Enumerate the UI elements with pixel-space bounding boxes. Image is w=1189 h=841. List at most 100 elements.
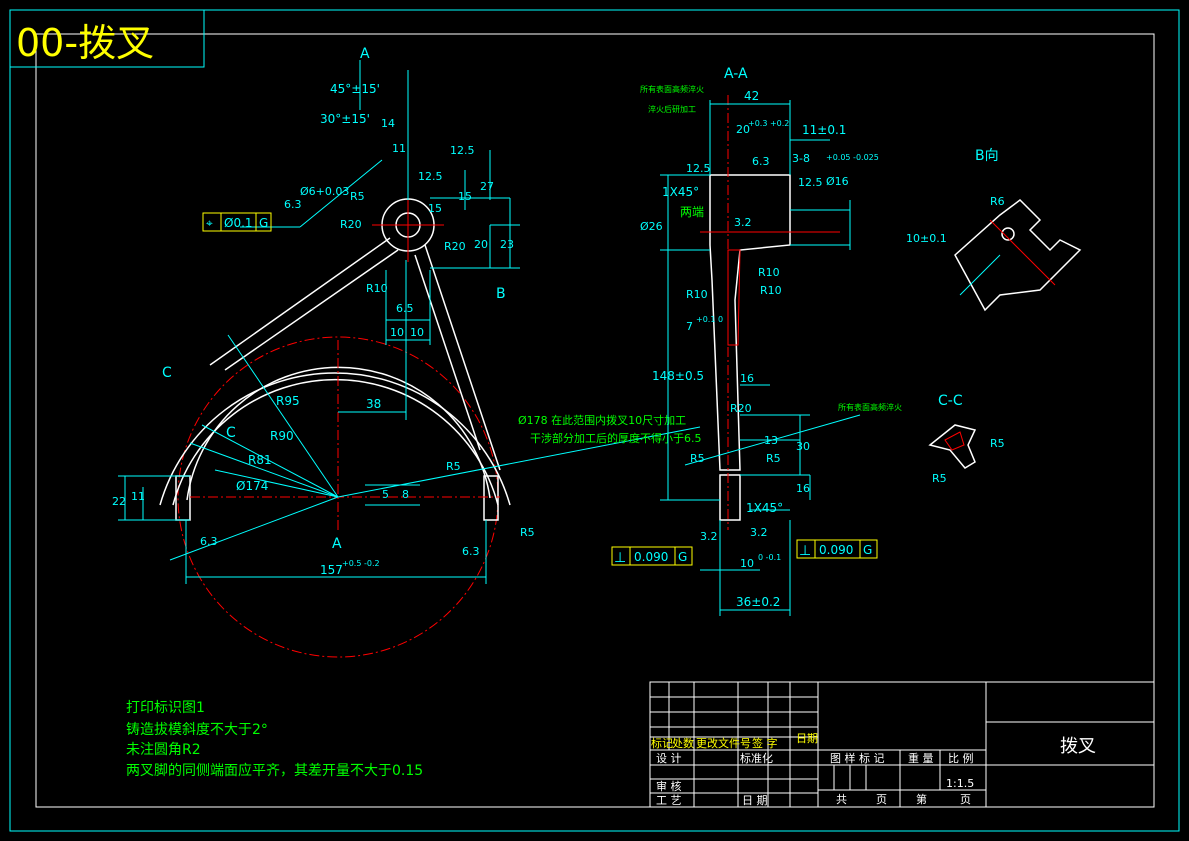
- tech-note-2: 铸造拔模斜度不大于2°: [126, 722, 268, 738]
- note-phi178: Ø178 在此范围内拨叉10尺寸加工: [518, 413, 686, 427]
- dim-r90: R90: [270, 429, 294, 443]
- dim-r5: R5: [350, 190, 365, 203]
- arm-left-inner: [224, 249, 399, 371]
- rough-6-3b: 6.3: [462, 545, 480, 558]
- dim-27: 27: [480, 180, 494, 193]
- perp-right-symbol: ⊥: [799, 543, 811, 559]
- dim-20-tol: +0.3 +0.2: [748, 119, 789, 128]
- section-mark-c-inner: C: [226, 425, 236, 441]
- dim-phi16: Ø16: [826, 175, 849, 188]
- rough-6-3c: 6.3: [284, 198, 302, 211]
- dim-r10c: R10: [760, 284, 782, 297]
- tb-total: 共: [836, 793, 847, 806]
- note-quench: 所有表面高频淬火: [640, 84, 704, 94]
- dim-phi16-tol: +0.05 -0.025: [826, 153, 879, 162]
- tb-sheet: 第: [916, 792, 927, 806]
- tb-stage-mark: 图 样 标 记: [830, 751, 885, 765]
- tb-date2: 日 期: [742, 794, 768, 807]
- b-view-dim-10: 10±0.1: [906, 232, 947, 245]
- part-name: 拨叉: [1060, 736, 1096, 757]
- dim-5: 5: [382, 488, 389, 501]
- fork-outer-arc: [159, 372, 511, 506]
- b-view: B向 R6 10±0.1: [906, 148, 1082, 312]
- dim-157: 157: [320, 563, 343, 577]
- fork-mid-arc: [172, 378, 499, 506]
- tech-note-3: 未注圆角R2: [126, 742, 201, 758]
- section-mark-b: B: [496, 286, 506, 302]
- technical-notes: 打印标识图1 铸造拔模斜度不大于2° 未注圆角R2 两叉脚的同侧端面应平齐，其差…: [126, 699, 423, 779]
- dim-16: 16: [740, 372, 754, 385]
- dim-14: 14: [381, 117, 395, 130]
- dim-22: 22: [112, 495, 126, 508]
- cc-view-r5b: R5: [932, 472, 947, 485]
- dim-10b: 10: [410, 326, 424, 339]
- dim-15b: 15: [428, 202, 442, 215]
- b-view-r6: R6: [990, 195, 1005, 208]
- dim-11: 11: [392, 142, 406, 155]
- note-quench-2: 所有表面高频淬火: [838, 402, 902, 412]
- tb-weight: 重 量: [908, 751, 934, 765]
- dim-10a: 10: [390, 326, 404, 339]
- dim-chamfer: 1X45°: [662, 185, 699, 199]
- front-dim-lines: [118, 60, 701, 584]
- note-interference: 干涉部分加工后的厚度不得小于6.5: [530, 431, 702, 445]
- tech-note-4: 两叉脚的同侧端面应平齐，其差开量不大于0.15: [126, 762, 423, 779]
- dim-r5b: R5: [766, 452, 781, 465]
- section-mark-a-bottom: A: [332, 536, 342, 552]
- dim-angle-30: 30°±15': [320, 112, 370, 126]
- tb-process: 工 艺: [656, 794, 682, 807]
- title-block-labels: 标记 处数 更改文件号 签 字 日期 设 计 标准化 审 核 工 艺 日 期 图…: [651, 732, 974, 807]
- dim-23: 23: [500, 238, 514, 251]
- tb-page2: 页: [960, 793, 971, 806]
- perp-left-value: 0.090: [634, 550, 668, 564]
- dim-15: 15: [458, 190, 472, 203]
- dim-angle-45: 45°±15': [330, 82, 380, 96]
- dim-10: 10: [740, 557, 754, 570]
- rough-3-2: 3.2: [734, 216, 752, 229]
- dim-phi26: Ø26: [640, 220, 663, 233]
- dim-148: 148±0.5: [652, 369, 704, 383]
- dim-7: 7: [686, 320, 693, 333]
- cc-view-title: C-C: [938, 393, 963, 409]
- tech-note-1: 打印标识图1: [126, 699, 205, 716]
- tb-standardize: 标准化: [740, 751, 773, 765]
- dim-r20: R20: [730, 402, 752, 415]
- cc-view-shape: [928, 424, 977, 469]
- dim-38: 38: [366, 397, 381, 411]
- cc-view-hatch: [944, 431, 965, 451]
- tb-date: 日期: [796, 732, 818, 745]
- dim-6-3: 6.3: [752, 155, 770, 168]
- dim-phi174: Ø174: [236, 479, 268, 493]
- tb-page: 页: [876, 793, 887, 806]
- drawing-title: 00-拨叉: [16, 21, 154, 65]
- perp-right-value: 0.090: [819, 543, 853, 557]
- cc-view: C-C R5 R5: [928, 393, 1005, 485]
- dim-13: 13: [764, 434, 778, 447]
- rough-6-3a: 6.3: [200, 535, 218, 548]
- dim-hole: Ø6+0.03: [300, 185, 349, 198]
- rough-12-5a: 12.5: [686, 162, 711, 175]
- section-mark-c-left: C: [162, 365, 172, 381]
- dim-42: 42: [744, 89, 759, 103]
- arm-right-outer: [424, 244, 501, 471]
- dim-10-tol: 0 -0.1: [758, 553, 781, 562]
- dim-12-5: 12.5: [450, 144, 475, 157]
- perp-left-symbol: ⊥: [614, 550, 626, 566]
- tb-ratio: 比 例: [948, 751, 974, 765]
- b-view-centerline: [989, 219, 1056, 286]
- arm-right-inner: [414, 254, 481, 451]
- dim-r20a: R20: [340, 218, 362, 231]
- section-mark-a-top: A: [360, 46, 370, 62]
- dim-r5c: R5: [520, 526, 535, 539]
- tb-mark: 标记: [651, 736, 673, 750]
- dim-8: 8: [402, 488, 409, 501]
- b-view-title: B向: [975, 148, 999, 164]
- dim-r5b: R5: [446, 460, 461, 473]
- tb-design: 设 计: [656, 752, 682, 765]
- note-after-quench: 淬火后研加工: [648, 104, 696, 114]
- tb-review: 审 核: [656, 779, 682, 793]
- arm-left-outer: [209, 237, 391, 366]
- dim-20: 20: [474, 238, 488, 251]
- b-view-outline: [954, 199, 1082, 312]
- dim-r20b: R20: [444, 240, 466, 253]
